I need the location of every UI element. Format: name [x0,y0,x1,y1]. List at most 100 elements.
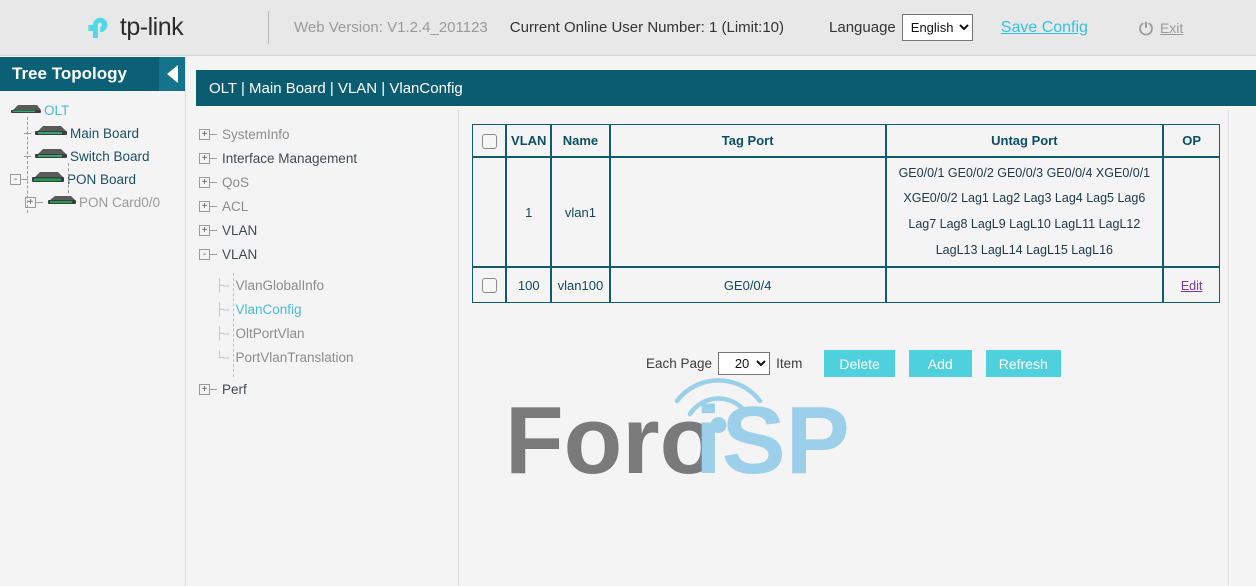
cell-tag-port [610,157,886,267]
menu-item-label: VLAN [222,247,257,262]
tree-node-label: PON Board [67,172,136,187]
header-divider [268,11,269,44]
cell-op: Edit [1163,267,1220,303]
triangle-left-icon [167,65,178,83]
brand-logo: tp-link [0,0,268,55]
board-icon [31,170,65,190]
tree-node-list: OLT Main Board [0,91,185,214]
expand-toggle-icon[interactable]: + [199,384,210,395]
menu-item-label: ACL [222,199,248,214]
cell-name: vlan1 [551,157,610,267]
table-controls: Each Page 20 Item Delete Add Refresh [646,350,1061,377]
main-content-area: Foro iSP VLAN Name Tag Port Untag Port O… [460,110,1256,586]
row-select-cell [472,157,506,267]
cell-name: vlan100 [551,267,610,303]
menu-item-acl[interactable]: + ACL [187,194,458,218]
edit-link[interactable]: Edit [1181,279,1203,293]
cell-tag-port: GE0/0/4 [610,267,886,303]
submenu-item-vlanconfig[interactable]: ├-- VlanConfig [187,297,458,321]
board-icon [34,147,68,166]
menu-item-qos[interactable]: + QoS [187,170,458,194]
submenu-item-label: VlanConfig [236,302,302,317]
table-row[interactable]: 1 vlan1 GE0/0/1 GE0/0/2 GE0/0/3 GE0/0/4 … [472,157,1220,267]
language-select[interactable]: English [902,14,973,41]
menu-item-label: VLAN [222,223,257,238]
submenu-branch-dash: └-- [215,350,229,364]
menu-branch-dash [210,158,217,159]
navigation-menu-panel: + SystemInfo + Interface Management + Qo… [187,110,459,586]
submenu-item-vlanglobalinfo[interactable]: ├-- VlanGlobalInfo [187,273,458,297]
collapse-toggle-icon[interactable]: - [199,249,210,260]
top-header-bar: tp-link Web Version: V1.2.4_201123 Curre… [0,0,1256,56]
tplink-logo-icon [85,12,117,44]
menu-item-vlan[interactable]: - VLAN [187,242,458,266]
cell-untag-port [886,267,1164,303]
expand-toggle-icon[interactable]: + [199,153,210,164]
add-button[interactable]: Add [909,350,972,377]
menu-branch-dash [210,206,217,207]
save-config-link[interactable]: Save Config [1001,19,1088,37]
select-all-checkbox[interactable] [482,134,497,149]
device-icon [10,102,42,120]
foroisp-watermark: Foro iSP [505,365,875,500]
tree-collapse-button[interactable] [159,57,185,91]
column-header-op: OP [1163,124,1220,157]
cell-op [1163,157,1220,267]
untag-port-line: LagL13 LagL14 LagL15 LagL16 [888,238,1162,264]
tree-node-label: Main Board [70,126,139,141]
menu-item-label: Interface Management [222,151,357,166]
column-header-tag-port: Tag Port [610,124,886,157]
expand-toggle-icon[interactable]: + [199,177,210,188]
menu-item-label: QoS [222,175,249,190]
menu-item-label: Perf [222,382,247,397]
board-icon [34,124,68,143]
submenu-item-portvlantranslation[interactable]: └-- PortVlanTranslation [187,345,458,369]
web-version-text: Web Version: V1.2.4_201123 [294,19,488,36]
submenu-item-label: OltPortVlan [236,326,305,341]
expand-toggle-icon[interactable]: + [199,225,210,236]
tree-connector-line [68,163,69,193]
page-root: tp-link Web Version: V1.2.4_201123 Curre… [0,0,1256,586]
tree-topology-title: Tree Topology [12,64,127,84]
cell-vlan: 1 [506,157,551,267]
menu-item-systeminfo[interactable]: + SystemInfo [187,122,458,146]
column-header-vlan: VLAN [506,124,551,157]
online-user-count: Current Online User Number: 1 (Limit:10) [510,19,784,36]
untag-port-line: GE0/0/1 GE0/0/2 GE0/0/3 GE0/0/4 XGE0/0/1 [888,161,1162,187]
breadcrumb: OLT | Main Board | VLAN | VlanConfig [209,80,463,97]
cell-untag-port: GE0/0/1 GE0/0/2 GE0/0/3 GE0/0/4 XGE0/0/1… [886,157,1164,267]
exit-label: Exit [1160,20,1183,36]
expand-toggle-icon[interactable]: + [199,201,210,212]
menu-item-igmp[interactable]: + VLAN [187,218,458,242]
menu-branch-dash [210,389,217,390]
submenu-item-oltportvlan[interactable]: ├-- OltPortVlan [187,321,458,345]
delete-button[interactable]: Delete [824,350,894,377]
expand-toggle-icon[interactable]: + [199,129,210,140]
submenu-branch-dash: ├-- [215,326,229,340]
menu-item-interface-management[interactable]: + Interface Management [187,146,458,170]
cell-vlan: 100 [506,267,551,303]
vlan-submenu: ├-- VlanGlobalInfo ├-- VlanConfig ├-- Ol… [187,273,458,377]
exit-button[interactable]: Exit [1138,20,1183,36]
submenu-branch-dash: ├-- [215,278,229,292]
tree-topology-header: Tree Topology [0,57,185,91]
menu-branch-dash [210,230,217,231]
power-icon [1138,20,1154,36]
submenu-item-label: VlanGlobalInfo [236,278,325,293]
column-header-name: Name [551,124,610,157]
card-icon [47,193,77,212]
row-checkbox[interactable] [482,278,497,293]
table-header-row: VLAN Name Tag Port Untag Port OP [472,124,1220,157]
tree-expand-toggle[interactable]: - [10,174,21,185]
page-size-select[interactable]: 20 [718,352,770,375]
svg-text:iSP: iSP [695,387,850,494]
language-label: Language [829,19,896,36]
menu-branch-dash [210,182,217,183]
refresh-button[interactable]: Refresh [986,350,1061,377]
table-row[interactable]: 100 vlan100 GE0/0/4 Edit [472,267,1220,303]
svg-text:Foro: Foro [505,387,718,494]
menu-item-perf[interactable]: + Perf [187,377,458,401]
tree-connector-line [27,117,28,213]
vlan-table: VLAN Name Tag Port Untag Port OP 1 vlan1 [472,124,1220,303]
menu-item-label: SystemInfo [222,127,290,142]
